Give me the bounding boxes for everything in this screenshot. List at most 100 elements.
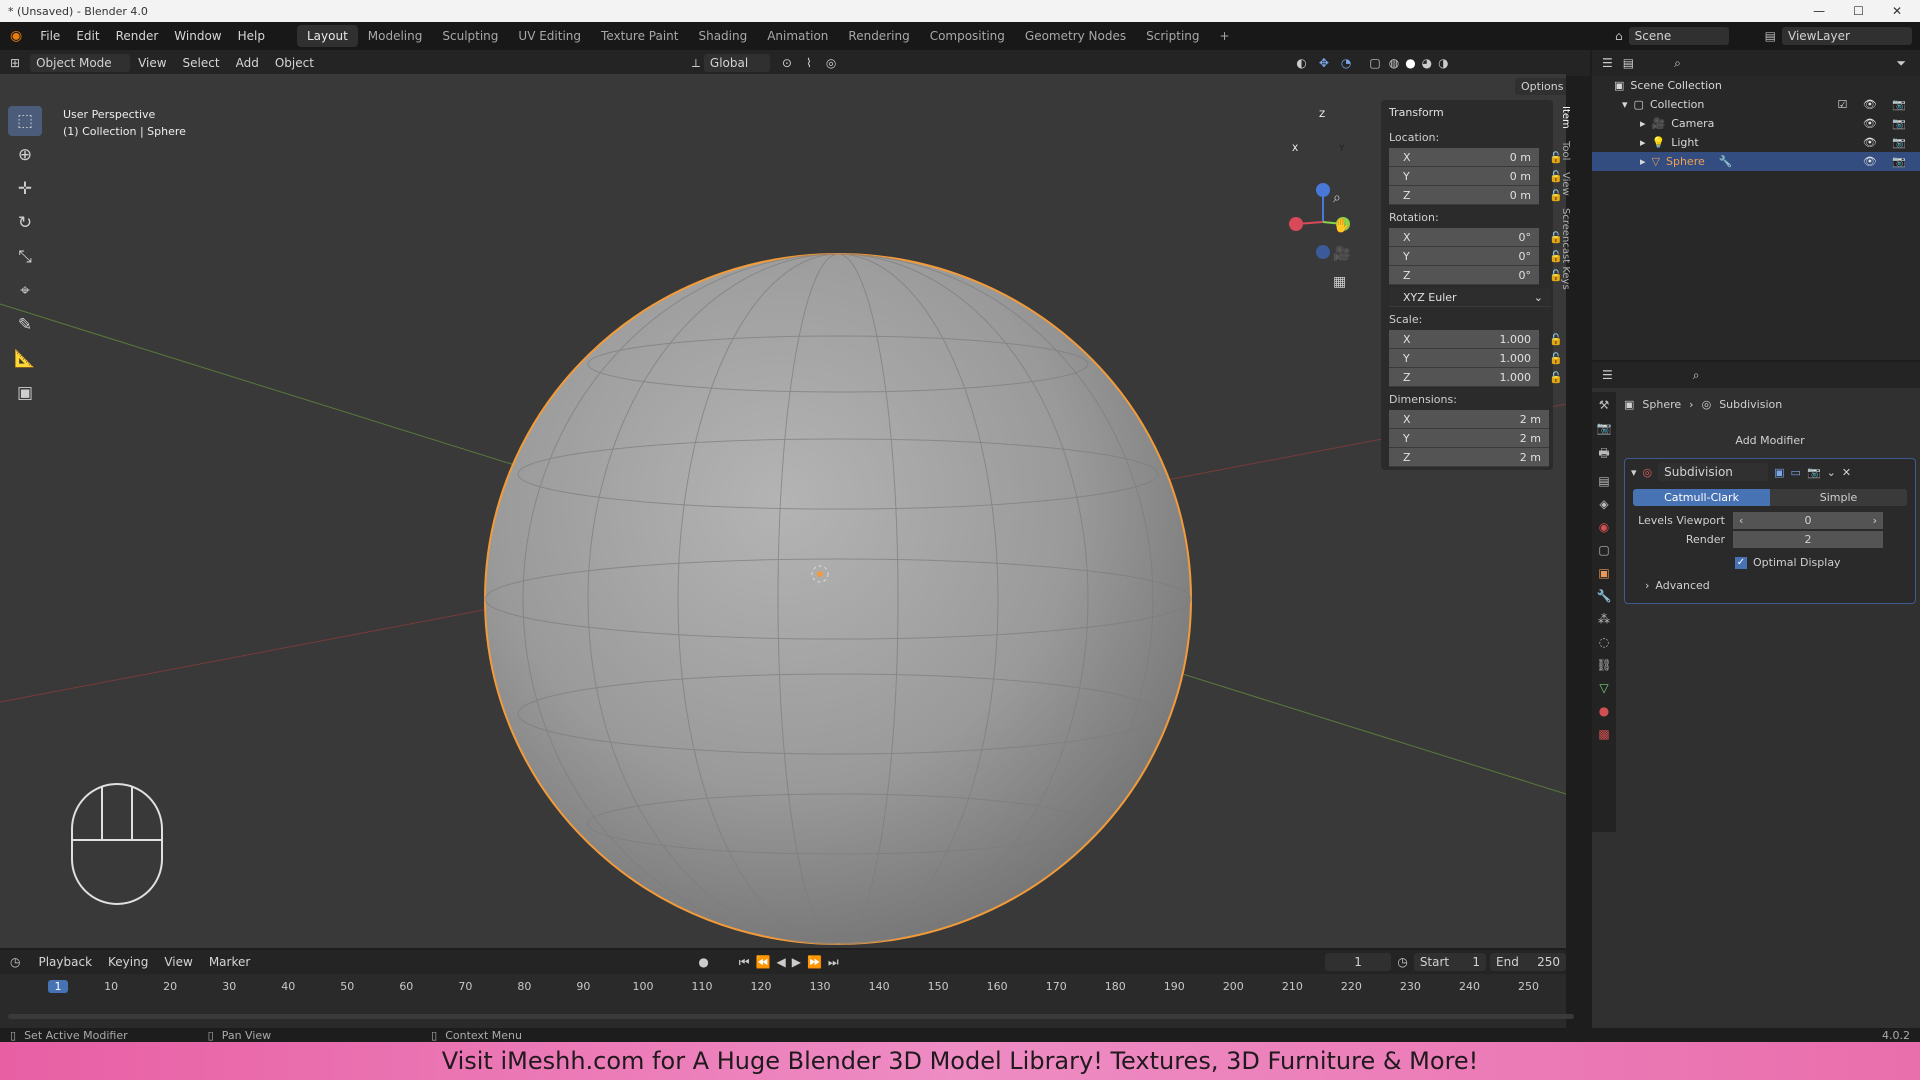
menu-file[interactable]: File: [32, 29, 68, 43]
remove-modifier-icon[interactable]: ✕: [1842, 466, 1851, 479]
editmode-toggle-icon[interactable]: ▣: [1774, 466, 1784, 479]
texture-tab-icon[interactable]: ▩: [1598, 727, 1609, 741]
mode-selector[interactable]: Object Mode: [30, 54, 131, 72]
blender-logo-icon[interactable]: ◉: [0, 28, 32, 44]
render-tab-icon[interactable]: 📷: [1597, 421, 1612, 435]
tab-rendering[interactable]: Rendering: [838, 25, 919, 47]
scale-z-field[interactable]: Z 1.000 🔓: [1389, 368, 1563, 387]
render-toggle-icon[interactable]: 📷: [1807, 466, 1821, 479]
timeline-scrollbar[interactable]: [8, 1014, 1574, 1019]
scene-icon[interactable]: ⌂: [1615, 29, 1623, 43]
viewlayer-tab-icon[interactable]: ▤: [1598, 474, 1609, 488]
location-y-field[interactable]: Y0 m 🔓: [1389, 167, 1563, 186]
timeline-menu-keying[interactable]: Keying: [100, 955, 156, 969]
tool-tab-icon[interactable]: ⚒: [1599, 398, 1610, 412]
tab-modeling[interactable]: Modeling: [358, 25, 433, 47]
collapse-icon[interactable]: ▾: [1631, 466, 1637, 479]
gizmo-x-label[interactable]: X: [1292, 144, 1298, 154]
annotate-tool-icon[interactable]: ✎: [8, 310, 42, 340]
record-icon[interactable]: ●: [698, 955, 708, 969]
optimal-display-checkbox[interactable]: ✓: [1735, 556, 1747, 569]
editor-type-icon[interactable]: ⊞: [0, 56, 30, 70]
menu-window[interactable]: Window: [166, 29, 229, 43]
location-z-field[interactable]: Z0 m 🔓: [1389, 186, 1563, 205]
viewport-menu-view[interactable]: View: [130, 56, 174, 70]
tab-animation[interactable]: Animation: [757, 25, 838, 47]
modifier-dropdown-icon[interactable]: ⌄: [1827, 466, 1836, 479]
tab-compositing[interactable]: Compositing: [920, 25, 1015, 47]
properties-editor-icon[interactable]: ☰: [1592, 368, 1623, 382]
dimensions-z-field[interactable]: Z2 m: [1389, 448, 1549, 467]
playback-controls[interactable]: ⏮⏪◀▶⏩⏭: [739, 955, 845, 970]
rotation-x-field[interactable]: X 0° 🔓: [1389, 228, 1563, 247]
pan-hand-icon[interactable]: ✋: [1333, 218, 1350, 234]
viewport-menu-object[interactable]: Object: [267, 56, 322, 70]
overlay-toggle-icon[interactable]: ◔: [1341, 56, 1351, 70]
add-workspace-icon[interactable]: +: [1210, 25, 1240, 47]
world-tab-icon[interactable]: ◉: [1599, 520, 1609, 534]
tab-item[interactable]: Item: [1560, 100, 1571, 135]
viewlayer-selector[interactable]: ViewLayer: [1782, 27, 1912, 45]
timeline-editor-icon[interactable]: ◷: [0, 955, 30, 969]
scale-x-field[interactable]: X 1.000 🔓: [1389, 330, 1563, 349]
output-tab-icon[interactable]: 🖶: [1598, 444, 1609, 465]
measure-tool-icon[interactable]: 📐: [8, 344, 42, 374]
outliner-scene-collection[interactable]: ▣ Scene Collection: [1592, 76, 1920, 95]
transform-tool-icon[interactable]: ⌖: [8, 276, 42, 306]
tab-uv-editing[interactable]: UV Editing: [508, 25, 591, 47]
menu-edit[interactable]: Edit: [68, 29, 107, 43]
rotation-z-field[interactable]: Z 0° 🔓: [1389, 266, 1563, 285]
start-frame-field[interactable]: Start 1: [1413, 953, 1487, 971]
rotation-y-field[interactable]: Y 0° 🔓: [1389, 247, 1563, 266]
tab-texture-paint[interactable]: Texture Paint: [591, 25, 688, 47]
timeline-menu-marker[interactable]: Marker: [201, 955, 258, 969]
ortho-grid-icon[interactable]: ▦: [1333, 274, 1350, 290]
modifier-tab-icon[interactable]: 🔧: [1597, 589, 1612, 603]
data-tab-icon[interactable]: ▽: [1599, 681, 1608, 695]
modifier-name-field[interactable]: Subdivision: [1658, 463, 1769, 481]
tab-scripting[interactable]: Scripting: [1136, 25, 1209, 47]
outliner-collection[interactable]: ▾ ▢ Collection ☑ 👁 📷: [1592, 95, 1920, 114]
outliner-item-camera[interactable]: ▸ 🎥 Camera 👁 📷: [1592, 114, 1920, 133]
physics-tab-icon[interactable]: ◌: [1599, 635, 1609, 649]
scene-tab-icon[interactable]: ◈: [1599, 497, 1608, 511]
end-frame-field[interactable]: End 250: [1490, 953, 1567, 971]
gizmo-y-label[interactable]: Y: [1339, 144, 1345, 154]
scene-selector[interactable]: Scene: [1628, 27, 1729, 45]
render-levels-field[interactable]: 2: [1733, 531, 1883, 548]
snap-icon[interactable]: ⌇: [806, 56, 812, 70]
properties-search-icon[interactable]: ⌕: [1693, 368, 1700, 383]
transform-orientation[interactable]: Global: [703, 54, 770, 72]
close-window-icon[interactable]: ✕: [1892, 4, 1902, 18]
maximize-icon[interactable]: ☐: [1853, 4, 1864, 18]
tab-geometry-nodes[interactable]: Geometry Nodes: [1015, 25, 1136, 47]
timeline-menu-view[interactable]: View: [156, 955, 200, 969]
add-cube-tool-icon[interactable]: ▣: [8, 378, 42, 408]
rotate-tool-icon[interactable]: ↻: [8, 208, 42, 238]
levels-viewport-field[interactable]: ‹ 0 ›: [1733, 512, 1883, 529]
wireframe-shading-icon[interactable]: ◍: [1389, 56, 1399, 70]
transform-header[interactable]: Transform: [1381, 100, 1553, 125]
menu-help[interactable]: Help: [230, 29, 273, 43]
material-tab-icon[interactable]: ●: [1599, 704, 1609, 718]
scale-y-field[interactable]: Y 1.000 🔓: [1389, 349, 1563, 368]
outliner-search-icon[interactable]: ⌕: [1674, 56, 1681, 71]
dimensions-y-field[interactable]: Y2 m: [1389, 429, 1549, 448]
rendered-shading-icon[interactable]: ◑: [1438, 56, 1448, 70]
dimensions-x-field[interactable]: X2 m: [1389, 410, 1549, 429]
current-frame-field[interactable]: 1: [1324, 953, 1392, 971]
material-shading-icon[interactable]: ◕: [1422, 56, 1432, 70]
rotation-mode-select[interactable]: XYZ Euler ⌄: [1389, 288, 1551, 307]
camera-view-icon[interactable]: 🎥: [1333, 246, 1350, 262]
solid-shading-icon[interactable]: ●: [1405, 56, 1415, 70]
constraints-tab-icon[interactable]: ⛓: [1596, 658, 1611, 672]
outliner-editor-icon[interactable]: ☰: [1592, 56, 1623, 70]
move-tool-icon[interactable]: ✛: [8, 174, 42, 204]
outliner-item-light[interactable]: ▸ 💡 Light 👁 📷: [1592, 133, 1920, 152]
menu-render[interactable]: Render: [108, 29, 167, 43]
gizmo-toggle-icon[interactable]: ✥: [1319, 56, 1329, 70]
zoom-icon[interactable]: ⌕: [1333, 190, 1350, 206]
object-tab-icon[interactable]: ▣: [1598, 566, 1609, 580]
add-modifier-button[interactable]: Add Modifier: [1624, 432, 1916, 449]
location-x-field[interactable]: X0 m 🔓: [1389, 148, 1563, 167]
